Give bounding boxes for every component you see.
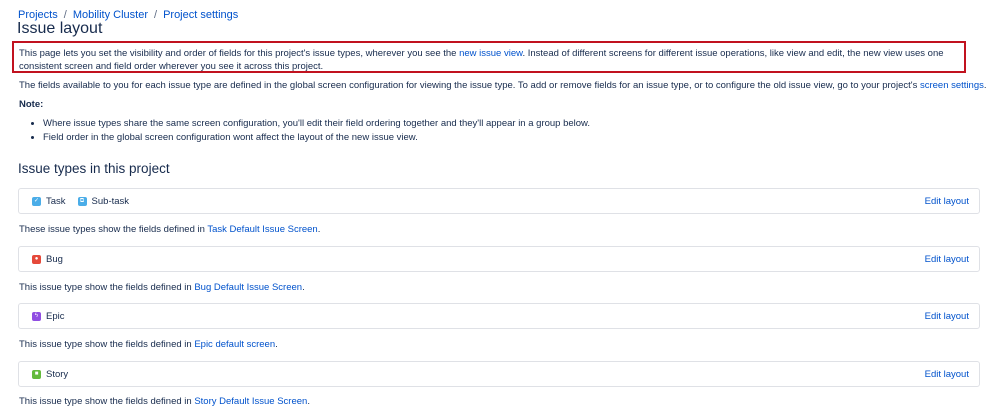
edit-layout-button[interactable]: Edit layout [925,196,969,207]
description-suffix: . [302,282,305,293]
issue-type-description: This issue type show the fields defined … [19,282,305,293]
subtask-icon: ⧉ [77,196,87,206]
description-text: This issue type show the fields defined … [19,396,195,407]
epic-default-screen-link[interactable]: Epic default screen [194,339,275,350]
issue-type-description: This issue type show the fields defined … [19,339,278,350]
bug-icon: ● [32,254,41,264]
story-default-screen-link[interactable]: Story Default Issue Screen [194,396,307,407]
issue-type-group-epic: ϟ Epic Edit layout [18,303,980,329]
issue-type-bug: ● Bug [32,254,63,265]
note-label: Note: [19,99,44,110]
fields-paragraph: The fields available to you for each iss… [19,80,987,92]
task-default-screen-link[interactable]: Task Default Issue Screen [207,224,317,235]
fields-text-before: The fields available to you for each iss… [19,80,920,91]
issue-type-description: These issue types show the fields define… [19,224,320,235]
issue-type-label: Bug [46,253,63,265]
intro-paragraph: This page lets you set the visibility an… [19,48,959,73]
issue-type-label: Sub-task [91,195,130,207]
bug-default-screen-link[interactable]: Bug Default Issue Screen [194,282,302,293]
notes-list: Where issue types share the same screen … [19,117,590,145]
description-suffix: . [317,224,321,235]
fields-text-after: . [983,80,987,91]
note-item: Where issue types share the same screen … [43,117,590,131]
issue-type-label: Story [46,368,69,380]
description-text: This issue type show the fields defined … [19,282,195,293]
description-text: This issue type show the fields defined … [19,339,195,350]
edit-layout-button[interactable]: Edit layout [925,369,969,380]
new-issue-view-link[interactable]: new issue view [459,48,522,59]
screen-settings-link[interactable]: screen settings [920,80,984,91]
issue-type-subtask: ⧉ Sub-task [77,195,130,207]
intro-text-before: This page lets you set the visibility an… [19,48,460,59]
page-title: Issue layout [17,20,103,37]
issue-type-label: Task [46,195,66,207]
task-icon: ✓ [32,196,41,206]
story-icon: ■ [32,369,41,379]
description-suffix: . [307,396,310,407]
note-item: Field order in the global screen configu… [43,131,590,145]
issue-type-group-task: ✓ Task ⧉ Sub-task Edit layout [18,188,980,214]
issue-type-story: ■ Story [32,369,68,380]
issue-type-group-story: ■ Story Edit layout [18,361,980,387]
edit-layout-button[interactable]: Edit layout [925,311,969,322]
issue-type-description: This issue type show the fields defined … [19,396,310,407]
issue-type-label: Epic [46,310,65,322]
issue-type-epic: ϟ Epic [32,311,64,322]
issue-type-task: ✓ Task [32,196,66,207]
epic-icon: ϟ [32,311,41,321]
breadcrumb-project-settings[interactable]: Project settings [163,9,238,21]
issue-type-group-bug: ● Bug Edit layout [18,246,980,272]
breadcrumb-separator: / [154,9,158,21]
edit-layout-button[interactable]: Edit layout [925,254,969,265]
description-suffix: . [275,339,278,350]
section-title: Issue types in this project [18,161,170,176]
description-text: These issue types show the fields define… [19,224,208,235]
